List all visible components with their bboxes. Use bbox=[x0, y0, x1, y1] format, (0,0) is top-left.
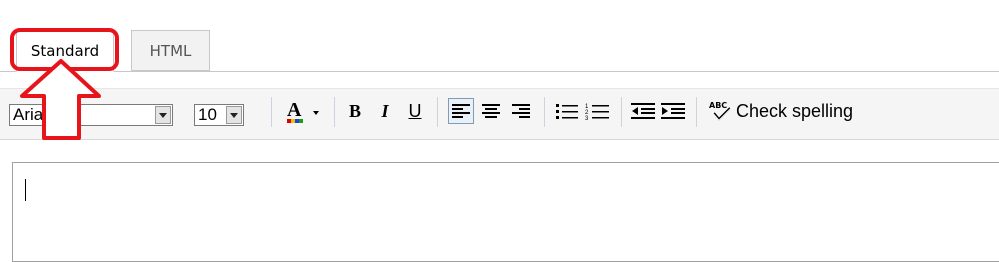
annotation-arrow-icon bbox=[20, 59, 101, 140]
